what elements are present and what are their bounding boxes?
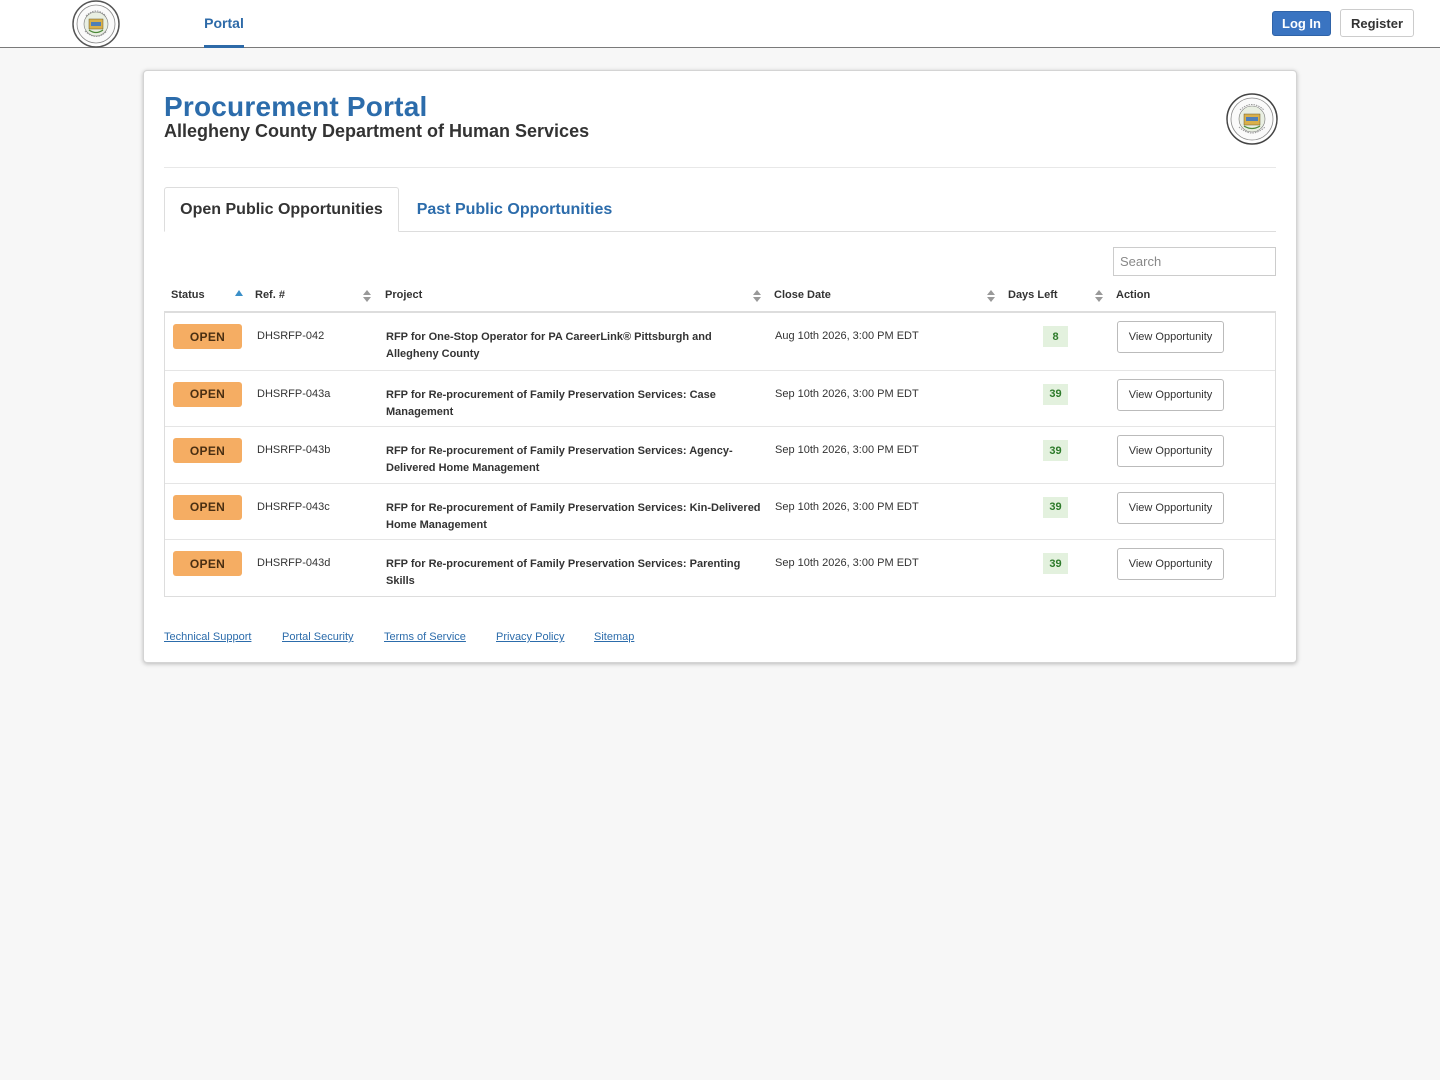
view-opportunity-button[interactable]: View Opportunity xyxy=(1117,491,1224,524)
footer-link-portal-security[interactable]: Portal Security xyxy=(282,631,354,643)
days-left-badge: 39 xyxy=(1043,383,1068,405)
table-row: OPEN DHSRFP-043c RFP for Re-procurement … xyxy=(165,482,1275,540)
nav-portal-tab[interactable]: Portal xyxy=(204,0,244,48)
county-seal-icon[interactable] xyxy=(72,0,120,48)
ref-number: DHSRFP-043b xyxy=(257,444,331,456)
county-seal-icon xyxy=(1226,93,1278,145)
view-opportunity-button[interactable]: View Opportunity xyxy=(1117,548,1224,580)
table-row: OPEN DHSRFP-043b RFP for Re-procurement … xyxy=(165,426,1275,483)
column-header-status[interactable]: Status xyxy=(171,289,205,301)
table-row: OPEN DHSRFP-042 RFP for One-Stop Operato… xyxy=(165,313,1275,370)
project-title: RFP for Re-procurement of Family Preserv… xyxy=(386,558,741,587)
search-input[interactable] xyxy=(1113,247,1276,276)
project-title: RFP for Re-procurement of Family Preserv… xyxy=(386,445,733,474)
days-left-badge: 39 xyxy=(1043,553,1068,574)
main-card: Procurement Portal Allegheny County Depa… xyxy=(143,70,1297,663)
ref-number: DHSRFP-043a xyxy=(257,387,331,400)
register-button[interactable]: Register xyxy=(1340,9,1414,37)
page-subtitle: Allegheny County Department of Human Ser… xyxy=(164,121,590,141)
sort-asc-icon[interactable] xyxy=(234,288,244,304)
close-date: Aug 10th 2026, 3:00 PM EDT xyxy=(775,330,919,342)
table-row: OPEN DHSRFP-043d RFP for Re-procurement … xyxy=(165,539,1275,596)
tab-open-opportunities[interactable]: Open Public Opportunities xyxy=(164,187,399,232)
footer-link-terms-of-service[interactable]: Terms of Service xyxy=(384,631,466,643)
column-header-action: Action xyxy=(1116,289,1151,301)
view-opportunity-button[interactable]: View Opportunity xyxy=(1117,321,1224,353)
days-left-badge: 39 xyxy=(1043,496,1068,518)
sort-both-icon[interactable] xyxy=(752,288,762,304)
project-title: RFP for Re-procurement of Family Preserv… xyxy=(386,501,761,531)
header-divider xyxy=(164,167,1276,168)
sort-both-icon[interactable] xyxy=(362,288,372,304)
footer-link-sitemap[interactable]: Sitemap xyxy=(594,631,634,643)
footer-link-privacy-policy[interactable]: Privacy Policy xyxy=(496,631,564,643)
close-date: Sep 10th 2026, 3:00 PM EDT xyxy=(775,500,919,513)
days-left-badge: 8 xyxy=(1043,326,1068,347)
login-button[interactable]: Log In xyxy=(1272,11,1331,36)
table-header: Status Ref. # Project Close Date Days Le… xyxy=(164,283,1276,313)
sort-both-icon[interactable] xyxy=(986,288,996,304)
column-header-ref[interactable]: Ref. # xyxy=(255,289,285,301)
tab-past-opportunities[interactable]: Past Public Opportunities xyxy=(402,187,627,232)
sort-both-icon[interactable] xyxy=(1094,288,1104,304)
project-title: RFP for Re-procurement of Family Preserv… xyxy=(386,388,716,418)
table-row: OPEN DHSRFP-043a RFP for Re-procurement … xyxy=(165,369,1275,427)
column-header-days-left[interactable]: Days Left xyxy=(1008,289,1058,301)
ref-number: DHSRFP-042 xyxy=(257,330,325,342)
column-header-project[interactable]: Project xyxy=(385,289,422,301)
status-badge: OPEN xyxy=(173,381,242,407)
status-badge: OPEN xyxy=(173,494,242,520)
close-date: Sep 10th 2026, 3:00 PM EDT xyxy=(775,387,919,400)
status-badge: OPEN xyxy=(173,551,242,576)
ref-number: DHSRFP-043d xyxy=(257,557,331,569)
top-navbar: Portal Log In Register xyxy=(0,0,1440,48)
column-header-close-date[interactable]: Close Date xyxy=(774,289,831,301)
opportunities-table: Status Ref. # Project Close Date Days Le… xyxy=(164,283,1276,597)
view-opportunity-button[interactable]: View Opportunity xyxy=(1117,435,1224,467)
table-body: OPEN DHSRFP-042 RFP for One-Stop Operato… xyxy=(164,313,1276,597)
footer-link-technical-support[interactable]: Technical Support xyxy=(164,631,251,643)
ref-number: DHSRFP-043c xyxy=(257,500,330,513)
close-date: Sep 10th 2026, 3:00 PM EDT xyxy=(775,444,919,456)
days-left-badge: 39 xyxy=(1043,440,1068,461)
status-badge: OPEN xyxy=(173,438,242,463)
close-date: Sep 10th 2026, 3:00 PM EDT xyxy=(775,557,919,569)
view-opportunity-button[interactable]: View Opportunity xyxy=(1117,378,1224,411)
project-title: RFP for One-Stop Operator for PA CareerL… xyxy=(386,331,712,360)
page-title: Procurement Portal xyxy=(164,91,428,122)
status-badge: OPEN xyxy=(173,324,242,349)
